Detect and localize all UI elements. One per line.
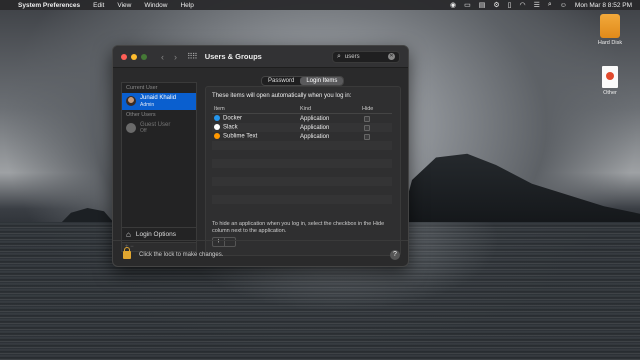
column-header-hide[interactable]: Hide: [362, 106, 392, 112]
window-controls: [121, 53, 147, 60]
hide-checkbox[interactable]: [364, 115, 370, 122]
table-row-empty: [212, 159, 392, 168]
user-role: Admin: [140, 101, 155, 108]
table-row-empty: [212, 168, 392, 177]
table-header: Item Kind Hide: [212, 105, 392, 114]
login-options-item[interactable]: ⌂ Login Options: [122, 227, 196, 241]
other-users-label: Other Users: [126, 111, 156, 118]
lock-text: Click the lock to make changes.: [139, 251, 224, 258]
minimize-button[interactable]: [131, 53, 137, 60]
sublime-text-icon: [214, 133, 220, 140]
record-icon[interactable]: ◉: [450, 1, 456, 9]
window-title: Users & Groups: [204, 52, 262, 61]
menu-help[interactable]: Help: [180, 2, 193, 9]
table-row[interactable]: Docker Application: [212, 114, 392, 123]
tab-password[interactable]: Password: [262, 77, 300, 85]
menu-bar: System Preferences Edit View Window Help…: [0, 0, 640, 10]
avatar: [126, 122, 136, 133]
desktop-icon-label: Other: [603, 90, 617, 96]
spotlight-search-icon[interactable]: ⌕: [548, 1, 552, 9]
window-footer: Click the lock to make changes. ?: [113, 240, 408, 266]
menu-window[interactable]: Window: [144, 2, 167, 9]
table-row-empty: [212, 186, 392, 195]
desktop-file-other[interactable]: Other: [590, 66, 630, 96]
forward-chevron-icon[interactable]: ›: [174, 52, 177, 62]
hide-checkbox[interactable]: [364, 133, 370, 140]
menu-app-name[interactable]: System Preferences: [18, 2, 80, 9]
wifi-icon[interactable]: ◠: [519, 1, 525, 9]
slack-icon: [214, 124, 220, 131]
menu-edit[interactable]: Edit: [93, 2, 104, 9]
hide-checkbox[interactable]: [364, 124, 370, 131]
close-button[interactable]: [121, 53, 127, 60]
clear-search-icon[interactable]: ✕: [388, 53, 395, 60]
window-body: Current User Junaid Khalid Admin Other U…: [113, 68, 408, 266]
user-icon[interactable]: ☺: [560, 2, 567, 9]
display-icon[interactable]: ▭: [464, 1, 471, 9]
table-row[interactable]: Slack Application: [212, 123, 392, 132]
users-groups-window: ‹ › ⠿⠿ Users & Groups ⌕ users ✕ Current …: [112, 45, 409, 267]
menu-view[interactable]: View: [117, 2, 131, 9]
search-input[interactable]: users: [345, 54, 360, 60]
row-kind: Application: [300, 133, 330, 140]
login-items-intro: These items will open automatically when…: [212, 93, 352, 99]
user-role: Off: [140, 128, 147, 134]
show-all-grid-icon[interactable]: ⠿⠿: [187, 52, 198, 61]
avatar: [126, 96, 136, 107]
back-chevron-icon[interactable]: ‹: [161, 52, 164, 62]
control-center-icon[interactable]: ☰: [534, 1, 540, 9]
row-kind: Application: [300, 115, 330, 122]
login-items-panel: These items will open automatically when…: [205, 86, 401, 256]
lock-icon[interactable]: [123, 246, 131, 259]
table-row-empty: [212, 150, 392, 159]
user-item-current[interactable]: Junaid Khalid Admin: [122, 93, 196, 110]
hard-disk-icon: [600, 14, 620, 38]
row-item: Slack: [223, 124, 238, 131]
row-item: Docker: [223, 115, 243, 122]
table-row-empty: [212, 177, 392, 186]
table-row-empty: [212, 195, 392, 204]
search-field[interactable]: ⌕ users ✕: [332, 50, 400, 63]
tab-bar: Password Login Items: [261, 76, 345, 86]
menu-bar-clock[interactable]: Mon Mar 8 8:52 PM: [575, 2, 632, 9]
zoom-button[interactable]: [141, 53, 147, 60]
document-icon: [602, 66, 618, 88]
table-row-empty: [212, 141, 392, 150]
settings-icon[interactable]: ⚙: [493, 1, 499, 9]
row-item: Sublime Text: [223, 133, 258, 140]
tab-login-items[interactable]: Login Items: [300, 77, 344, 85]
navigation-controls: ‹ ›: [161, 52, 177, 62]
table-row[interactable]: Sublime Text Application: [212, 132, 392, 141]
user-name: Junaid Khalid: [140, 95, 177, 101]
clipboard-icon[interactable]: ▤: [479, 1, 486, 9]
row-kind: Application: [300, 124, 330, 131]
house-icon: ⌂: [126, 230, 131, 239]
login-options-label: Login Options: [135, 231, 176, 238]
search-icon: ⌕: [337, 52, 341, 60]
help-button[interactable]: ?: [390, 249, 400, 260]
sidebar-icon[interactable]: ▯: [508, 1, 512, 9]
menu-bar-status: ◉ ▭ ▤ ⚙ ▯ ◠ ☰ ⌕ ☺ Mon Mar 8 8:52 PM: [450, 1, 632, 9]
column-header-kind[interactable]: Kind: [300, 106, 362, 112]
login-items-table: Item Kind Hide Docker Application Slack …: [212, 105, 392, 204]
window-titlebar: ‹ › ⠿⠿ Users & Groups ⌕ users ✕: [113, 46, 408, 68]
column-header-item[interactable]: Item: [212, 106, 300, 112]
current-user-label: Current User: [126, 85, 158, 91]
docker-icon: [214, 115, 220, 122]
hide-hint-text: To hide an application when you log in, …: [212, 221, 385, 234]
user-item-guest[interactable]: Guest User Off: [122, 120, 196, 137]
desktop-hard-disk[interactable]: Hard Disk: [590, 14, 630, 46]
users-sidebar: Current User Junaid Khalid Admin Other U…: [121, 82, 197, 252]
wallpaper-mountain: [400, 153, 640, 225]
desktop-icon-label: Hard Disk: [597, 40, 623, 46]
